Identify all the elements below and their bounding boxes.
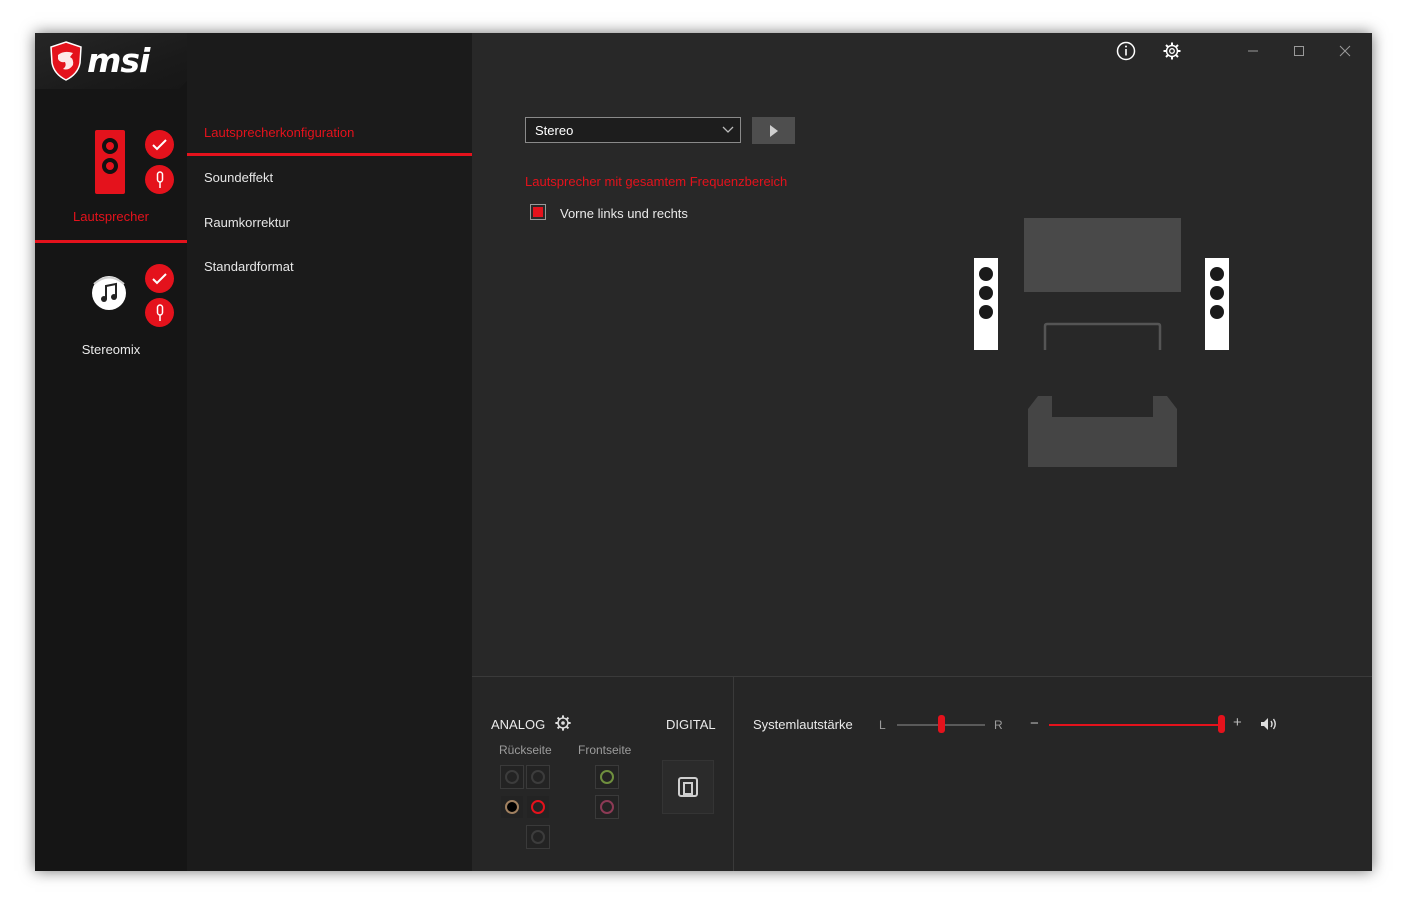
rear-jack-3[interactable] bbox=[526, 825, 550, 849]
room-speaker-diagram bbox=[974, 218, 1229, 467]
digital-output-port[interactable] bbox=[662, 760, 714, 814]
device-label-stereomix: Stereomix bbox=[81, 342, 141, 357]
menu-item-sound-effect[interactable]: Soundeffekt bbox=[187, 158, 472, 198]
system-volume-label: Systemlautstärke bbox=[753, 717, 853, 732]
rear-jack-black-active[interactable] bbox=[500, 795, 524, 819]
optical-port-icon bbox=[678, 777, 698, 797]
tv-screen bbox=[1024, 218, 1181, 292]
device-column: msi Lautsprecher Stereomix bbox=[35, 33, 235, 871]
test-play-button[interactable] bbox=[752, 117, 795, 144]
jack-panel: ANALOG DIGITAL Rückseite Frontseite bbox=[472, 677, 734, 871]
speaker-volume-icon[interactable] bbox=[1260, 717, 1278, 731]
tv-stand bbox=[1043, 322, 1162, 350]
rear-label: Rückseite bbox=[499, 743, 552, 757]
active-menu-indicator bbox=[187, 153, 472, 156]
speaker-icon bbox=[95, 130, 125, 194]
front-left-right-label: Vorne links und rechts bbox=[560, 206, 688, 221]
speaker-config-select[interactable]: Stereo bbox=[525, 117, 741, 143]
connected-check-badge bbox=[145, 264, 174, 293]
digital-label: DIGITAL bbox=[666, 717, 716, 732]
analog-label: ANALOG bbox=[491, 717, 546, 732]
info-icon[interactable] bbox=[1111, 39, 1141, 63]
speaker-config-pane: Stereo Lautsprecher mit gesamtem Frequen… bbox=[472, 33, 1372, 676]
menu-item-room-correction[interactable]: Raumkorrektur bbox=[187, 203, 472, 243]
msi-audio-window: msi Lautsprecher Stereomix Lautsprecherk… bbox=[35, 33, 1372, 871]
microphone-badge bbox=[145, 298, 174, 327]
menu-item-default-format[interactable]: Standardformat bbox=[187, 247, 472, 287]
menu-item-speaker-config[interactable]: Lautsprecherkonfiguration bbox=[187, 113, 472, 156]
default-device-badge bbox=[145, 165, 174, 194]
settings-menu: Lautsprecherkonfiguration Soundeffekt Ra… bbox=[187, 33, 472, 871]
menu-item-label: Lautsprecherkonfiguration bbox=[204, 125, 355, 140]
analog-settings-gear-icon[interactable] bbox=[554, 714, 572, 732]
minimize-icon[interactable] bbox=[1238, 39, 1268, 63]
volume-minus-button[interactable]: − bbox=[1030, 715, 1039, 732]
rear-jack-1[interactable] bbox=[500, 765, 524, 789]
chevron-down-icon bbox=[722, 126, 734, 133]
menu-item-label: Standardformat bbox=[204, 259, 294, 274]
gear-icon[interactable] bbox=[1157, 39, 1187, 63]
play-icon bbox=[769, 124, 778, 137]
connector-volume-panel: ANALOG DIGITAL Rückseite Frontseite Syst… bbox=[472, 676, 1372, 871]
front-headphone-jack[interactable] bbox=[595, 765, 619, 789]
fullrange-heading: Lautsprecher mit gesamtem Frequenzbereic… bbox=[525, 174, 788, 189]
balance-left-label: L bbox=[879, 718, 886, 732]
balance-right-label: R bbox=[994, 718, 1003, 732]
front-label: Frontseite bbox=[578, 743, 632, 757]
balance-slider-thumb[interactable] bbox=[937, 715, 945, 733]
front-mic-jack[interactable] bbox=[595, 795, 619, 819]
right-speaker bbox=[1205, 258, 1229, 350]
device-speakers[interactable]: Lautsprecher bbox=[35, 113, 187, 243]
sofa bbox=[1028, 396, 1177, 467]
connected-check-badge bbox=[145, 130, 174, 159]
left-speaker bbox=[974, 258, 998, 350]
front-left-right-checkbox[interactable] bbox=[530, 204, 546, 220]
select-value: Stereo bbox=[535, 123, 574, 138]
rear-jack-2[interactable] bbox=[526, 765, 550, 789]
close-icon[interactable] bbox=[1330, 39, 1360, 63]
music-note-icon bbox=[92, 276, 126, 310]
volume-slider-thumb[interactable] bbox=[1217, 715, 1225, 733]
menu-item-label: Raumkorrektur bbox=[204, 215, 290, 230]
volume-slider-fill bbox=[1049, 724, 1221, 726]
rear-jack-red-active[interactable] bbox=[526, 795, 550, 819]
dragon-shield-icon bbox=[50, 41, 82, 81]
active-device-indicator bbox=[35, 240, 187, 243]
menu-item-label: Soundeffekt bbox=[204, 170, 274, 185]
maximize-icon[interactable] bbox=[1284, 39, 1314, 63]
volume-plus-button[interactable]: + bbox=[1233, 714, 1242, 731]
device-stereomix[interactable]: Stereomix bbox=[35, 251, 187, 371]
brand-wordmark: msi bbox=[87, 41, 150, 80]
device-label-speakers: Lautsprecher bbox=[73, 209, 149, 224]
